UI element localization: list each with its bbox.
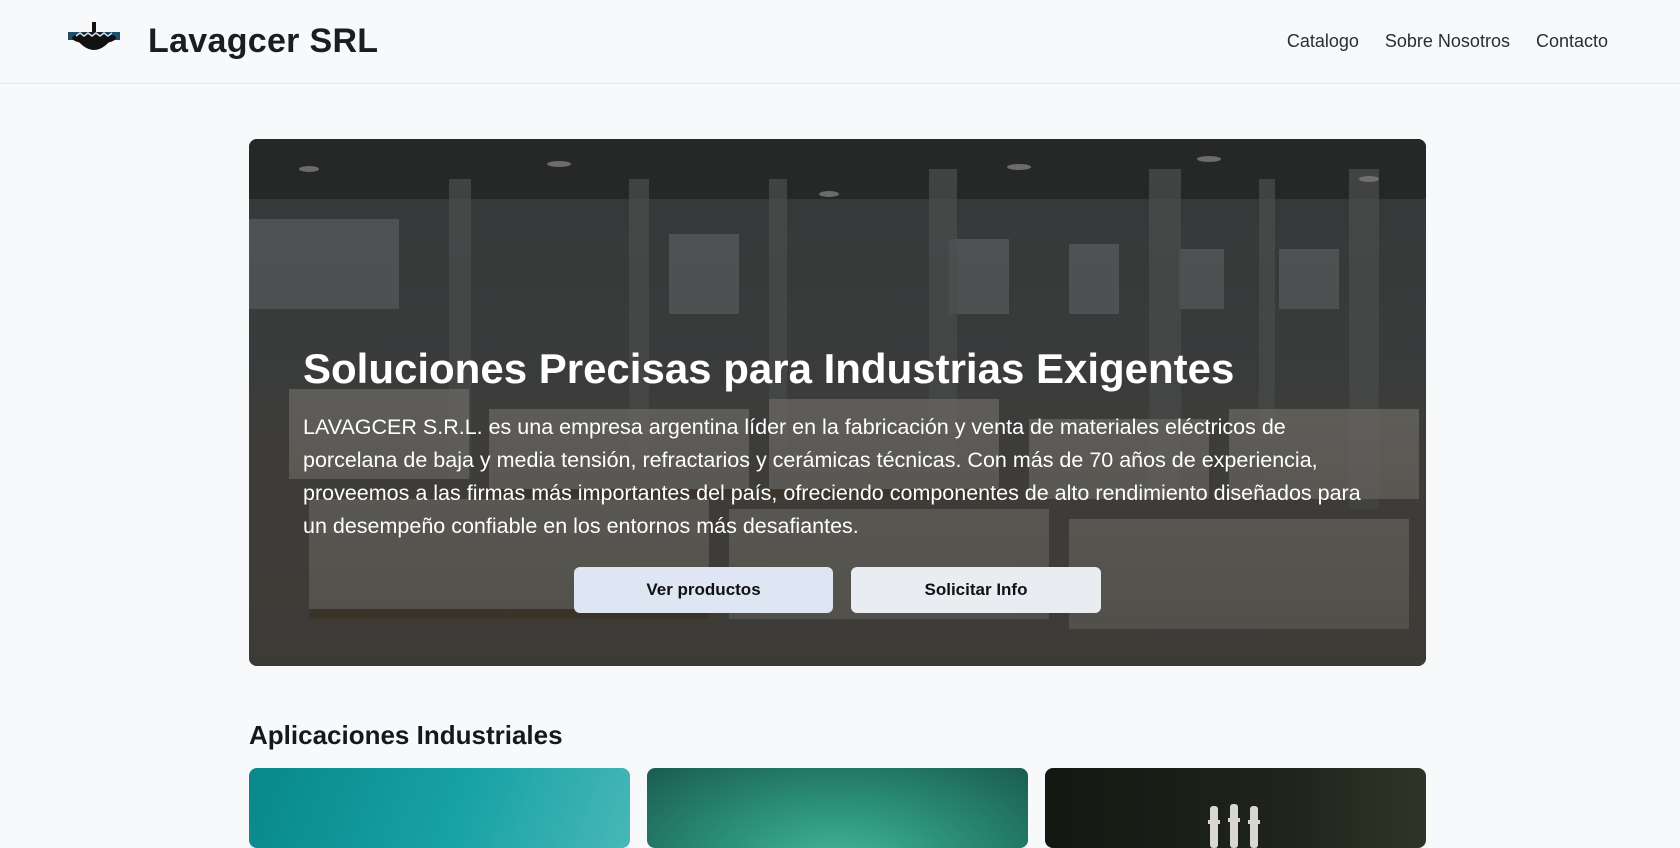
application-card[interactable] <box>1045 768 1426 848</box>
nav-link-catalogo[interactable]: Catalogo <box>1287 29 1359 53</box>
site-brand-name[interactable]: Lavagcer SRL <box>148 20 378 62</box>
hero-description: LAVAGCER S.R.L. es una empresa argentina… <box>303 415 1361 538</box>
ver-productos-button[interactable]: Ver productos <box>574 567 833 613</box>
nav-link-contacto[interactable]: Contacto <box>1536 29 1608 53</box>
main-nav: Catalogo Sobre Nosotros Contacto <box>1287 29 1608 53</box>
hero-overlay <box>249 139 1426 666</box>
solicitar-info-button[interactable]: Solicitar Info <box>851 567 1101 613</box>
hero-banner: Soluciones Precisas para Industrias Exig… <box>249 139 1426 666</box>
ceramic-component-image <box>1208 804 1260 848</box>
application-card[interactable] <box>647 768 1028 848</box>
hero-title: Soluciones Precisas para Industrias Exig… <box>303 345 1235 392</box>
nav-link-sobre-nosotros[interactable]: Sobre Nosotros <box>1385 29 1510 53</box>
application-card[interactable] <box>249 768 630 848</box>
site-header: Lavagcer SRL Catalogo Sobre Nosotros Con… <box>0 0 1680 84</box>
porcelain-insulator-logo-icon[interactable] <box>66 20 122 56</box>
section-title: Aplicaciones Industriales <box>249 720 563 750</box>
